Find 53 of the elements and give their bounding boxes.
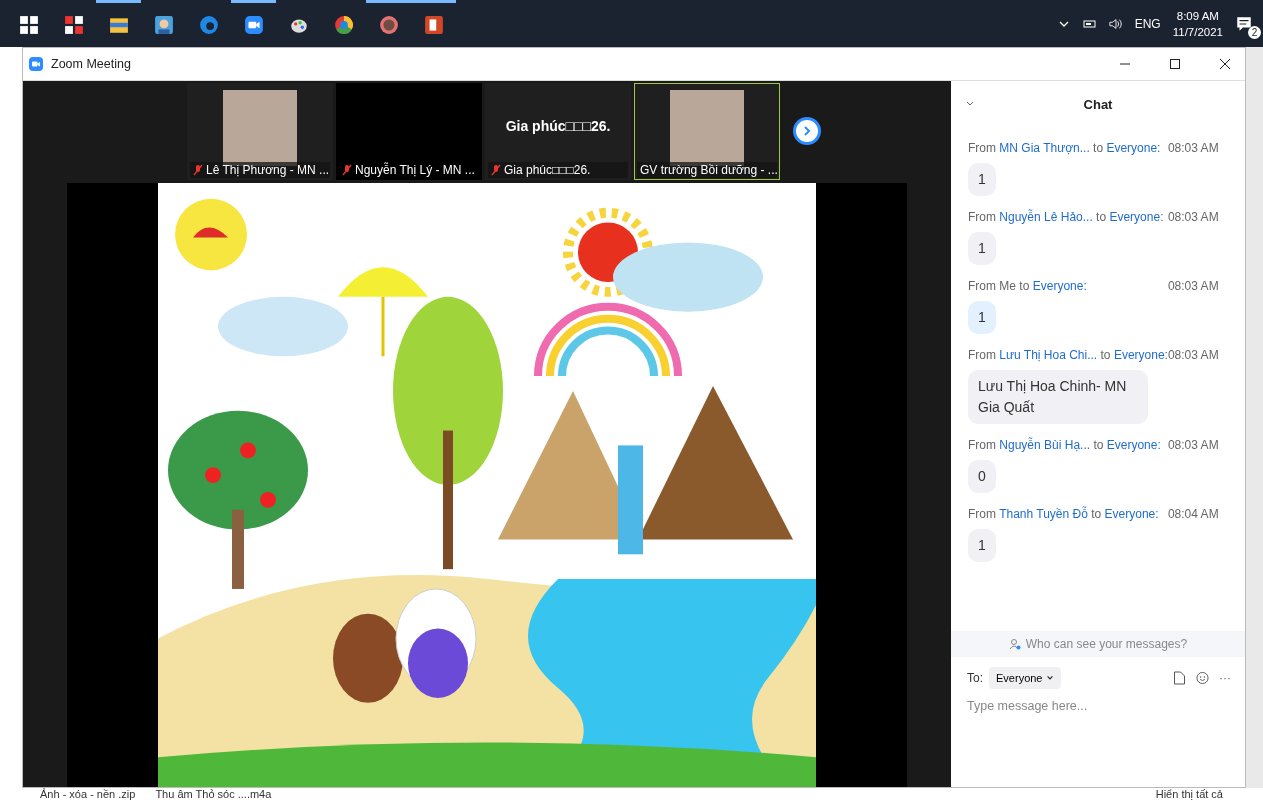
download-item[interactable]: Ảnh - xóa - nền .zip <box>40 788 136 800</box>
message-header: From MN Gia Thượn... to Everyone: 08:03 AM <box>968 141 1219 155</box>
participant-display-name: Gia phúc□□□26. <box>505 117 611 134</box>
emoji-icon[interactable] <box>1196 671 1209 685</box>
participant-tile[interactable]: Lê Thị Phương - MN ... <box>187 82 333 180</box>
avatar-app-icon[interactable] <box>153 15 174 35</box>
speaker-icon[interactable] <box>1108 17 1123 30</box>
chevron-down-icon <box>1045 674 1054 682</box>
participant-name: Lê Thị Phương - MN ... <box>206 162 330 177</box>
avatar-circle-app-icon[interactable] <box>378 15 399 35</box>
message-header: From Me to Everyone: 08:03 AM <box>968 279 1219 293</box>
notification-count-badge: 2 <box>1248 25 1261 39</box>
message-header: From Nguyễn Bùi Hạ... to Everyone: 08:03 AM <box>968 438 1219 452</box>
battery-icon[interactable] <box>1082 17 1097 30</box>
participant-tile[interactable]: GV trường Bồi dưỡng - ... <box>634 82 780 180</box>
window-title: Zoom Meeting <box>51 57 131 71</box>
message-bubble: Lưu Thị Hoa Chinh- MN Gia Quất <box>968 370 1148 424</box>
circle-app-icon[interactable] <box>333 15 354 35</box>
file-icon[interactable] <box>1173 671 1186 685</box>
language-indicator[interactable]: ENG <box>1134 16 1161 31</box>
show-all-button[interactable]: Hiển thị tất cả <box>1155 788 1223 800</box>
download-item[interactable]: Thu âm Thỏ sóc ....m4a <box>155 788 272 800</box>
chevron-right-icon <box>801 125 813 137</box>
message-header: From Lưu Thị Hoa Chi... to Everyone:08:03 AM <box>968 348 1219 362</box>
maximize-icon[interactable] <box>1169 58 1181 70</box>
recipient-dropdown[interactable]: Everyone <box>989 667 1061 689</box>
browser-icon[interactable] <box>198 15 219 35</box>
message-bubble: 0 <box>968 460 996 493</box>
windows-start-icon[interactable] <box>18 15 39 35</box>
more-button[interactable]: ··· <box>1215 671 1231 685</box>
notification-icon[interactable] <box>1235 14 1253 33</box>
participant-name: GV trường Bồi dưỡng - ... <box>640 162 778 177</box>
chat-title: Chat <box>1083 96 1113 112</box>
person-icon <box>1008 638 1021 650</box>
presentation-app-icon[interactable] <box>423 15 444 35</box>
message-bubble: 1 <box>968 529 996 562</box>
to-label: To: <box>967 671 983 685</box>
grid-app-icon[interactable] <box>63 15 84 35</box>
message-header: From Thanh Tuyền Đỗ to Everyone: 08:04 AM <box>968 507 1219 521</box>
message-bubble: 1 <box>968 301 996 334</box>
video-camera-icon[interactable] <box>243 15 264 35</box>
clock[interactable]: 8:09 AM 11/7/2021 <box>1172 7 1223 40</box>
folder-icon[interactable] <box>108 15 129 35</box>
message-bubble: 1 <box>968 232 996 265</box>
message-header: From Nguyễn Lê Hảo... to Everyone: 08:03 AM <box>968 210 1219 224</box>
participant-name: Gia phúc□□□26. <box>504 162 591 177</box>
next-page-button[interactable] <box>793 117 821 145</box>
close-icon[interactable] <box>1219 58 1231 70</box>
participant-tile[interactable]: Nguyễn Thị Lý - MN ... <box>336 82 482 180</box>
participant-tile[interactable]: Gia phúc□□□26. Gia phúc□□□26. <box>485 82 631 180</box>
participant-name: Nguyễn Thị Lý - MN ... <box>355 162 475 177</box>
video-camera-icon <box>29 57 43 71</box>
message-bubble: 1 <box>968 163 996 196</box>
